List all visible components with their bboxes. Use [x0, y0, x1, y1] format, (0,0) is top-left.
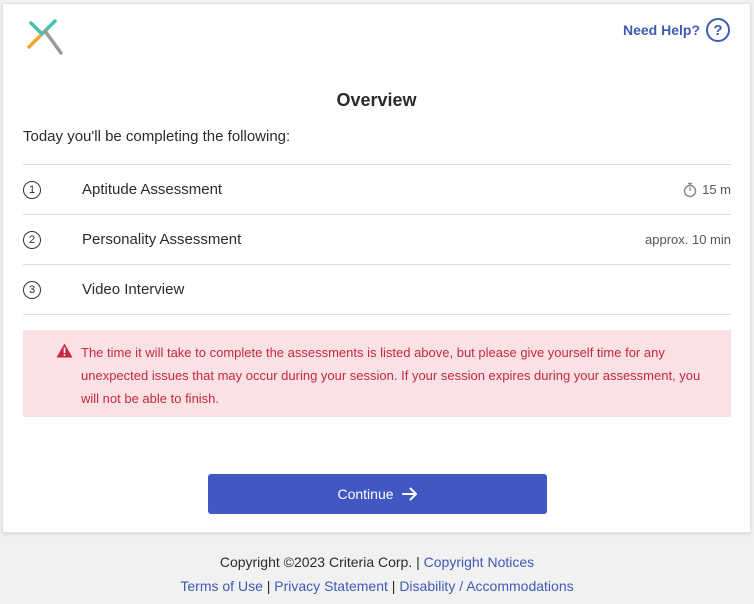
page-footer: Copyright ©2023 Criteria Corp. | Copyrig… — [0, 551, 754, 599]
list-item: 3 Video Interview — [23, 264, 731, 315]
page-title: Overview — [336, 90, 417, 110]
criteria-logo-icon — [27, 19, 63, 55]
step-number: 1 — [23, 180, 41, 199]
question-circle-icon: ? — [706, 18, 730, 42]
item-time-text: approx. 10 min — [645, 232, 731, 247]
arrow-right-icon — [401, 487, 417, 501]
continue-button[interactable]: Continue — [208, 474, 547, 514]
item-time-text: 15 m — [702, 182, 731, 197]
terms-of-use-link[interactable]: Terms of Use — [180, 578, 262, 594]
step-number: 2 — [23, 230, 41, 249]
need-help-label: Need Help? — [622, 22, 700, 38]
item-duration: 15 m — [683, 182, 731, 198]
item-label: Video Interview — [82, 281, 185, 298]
item-label: Aptitude Assessment — [82, 181, 223, 198]
warning-text: The time it will take to complete the as… — [81, 345, 701, 406]
item-label: Personality Assessment — [82, 231, 242, 248]
step-number: 3 — [23, 280, 41, 299]
copyright-notices-link[interactable]: Copyright Notices — [424, 554, 535, 570]
stopwatch-icon — [683, 182, 697, 197]
list-item: 2 Personality Assessment approx. 10 min — [23, 214, 731, 264]
separator: | — [266, 578, 271, 594]
continue-label: Continue — [337, 486, 394, 502]
list-item: 1 Aptitude Assessment 15 m — [23, 164, 731, 214]
overview-card: Need Help? ? Overview Today you'll be co… — [2, 3, 751, 533]
assessment-list: 1 Aptitude Assessment 15 m 2 Personality… — [23, 164, 731, 315]
copyright-text: Copyright ©2023 Criteria Corp. — [219, 554, 413, 570]
time-warning-alert: The time it will take to complete the as… — [23, 330, 731, 417]
separator: | — [416, 554, 420, 570]
item-duration: approx. 10 min — [645, 232, 731, 247]
disability-accommodations-link[interactable]: Disability / Accommodations — [399, 578, 573, 594]
intro-text: Today you'll be completing the following… — [23, 128, 291, 145]
warning-triangle-icon — [56, 343, 73, 358]
separator: | — [391, 578, 396, 594]
privacy-statement-link[interactable]: Privacy Statement — [274, 578, 388, 594]
need-help-link[interactable]: Need Help? ? — [623, 18, 730, 42]
